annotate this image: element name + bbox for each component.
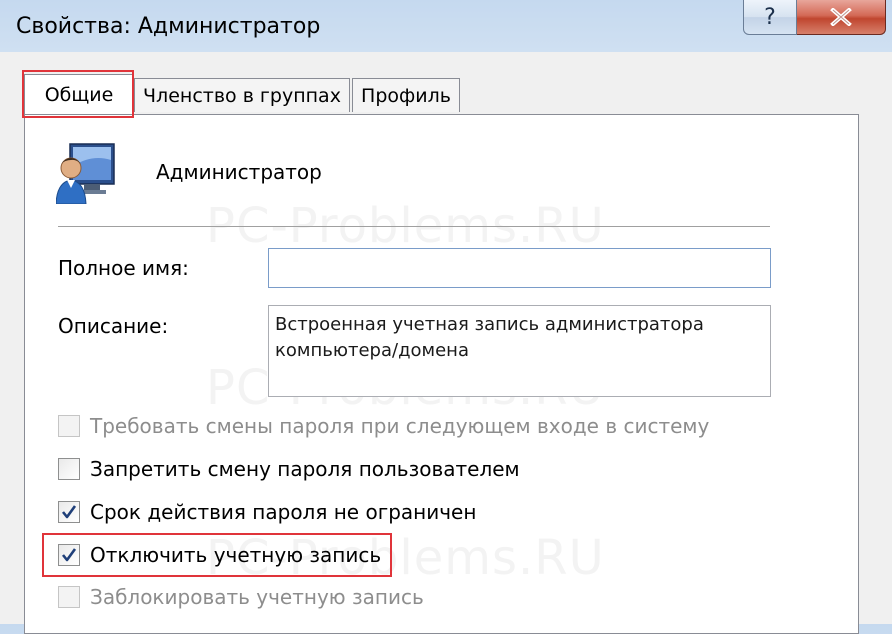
- option-lock-account[interactable]: Заблокировать учетную запись: [58, 582, 424, 612]
- general-tab-highlight: [22, 70, 134, 118]
- option-label: Срок действия пароля не ограничен: [90, 500, 477, 524]
- option-require-password-change[interactable]: Требовать смены пароля при следующем вхо…: [58, 411, 709, 441]
- separator: [58, 226, 770, 227]
- option-label: Заблокировать учетную запись: [90, 585, 424, 609]
- checkbox[interactable]: [58, 415, 80, 437]
- close-icon: [830, 8, 852, 26]
- tab-profile[interactable]: Профиль: [352, 78, 460, 112]
- option-prohibit-password-change[interactable]: Запретить смену пароля пользователем: [58, 454, 520, 484]
- user-monitor-icon: [56, 143, 115, 204]
- help-button[interactable]: ?: [743, 0, 797, 35]
- option-password-never-expires[interactable]: Срок действия пароля не ограничен: [58, 497, 476, 527]
- close-button[interactable]: [797, 0, 886, 35]
- checkmark-icon: [61, 505, 77, 519]
- title-buttons: ?: [743, 0, 886, 36]
- checkbox[interactable]: [58, 501, 80, 523]
- user-name: Администратор: [156, 160, 322, 184]
- disable-account-highlight: [42, 533, 392, 577]
- full-name-field[interactable]: [268, 248, 771, 288]
- checkbox[interactable]: [58, 586, 80, 608]
- description-field[interactable]: Встроенная учетная запись администратора…: [268, 305, 771, 397]
- option-label: Запретить смену пароля пользователем: [90, 457, 520, 481]
- checkbox[interactable]: [58, 458, 80, 480]
- option-label: Требовать смены пароля при следующем вхо…: [90, 414, 710, 438]
- full-name-label: Полное имя:: [58, 256, 189, 280]
- window-title: Свойства: Администратор: [16, 14, 321, 39]
- description-label: Описание:: [58, 314, 169, 338]
- tab-group-membership[interactable]: Членство в группах: [134, 78, 350, 112]
